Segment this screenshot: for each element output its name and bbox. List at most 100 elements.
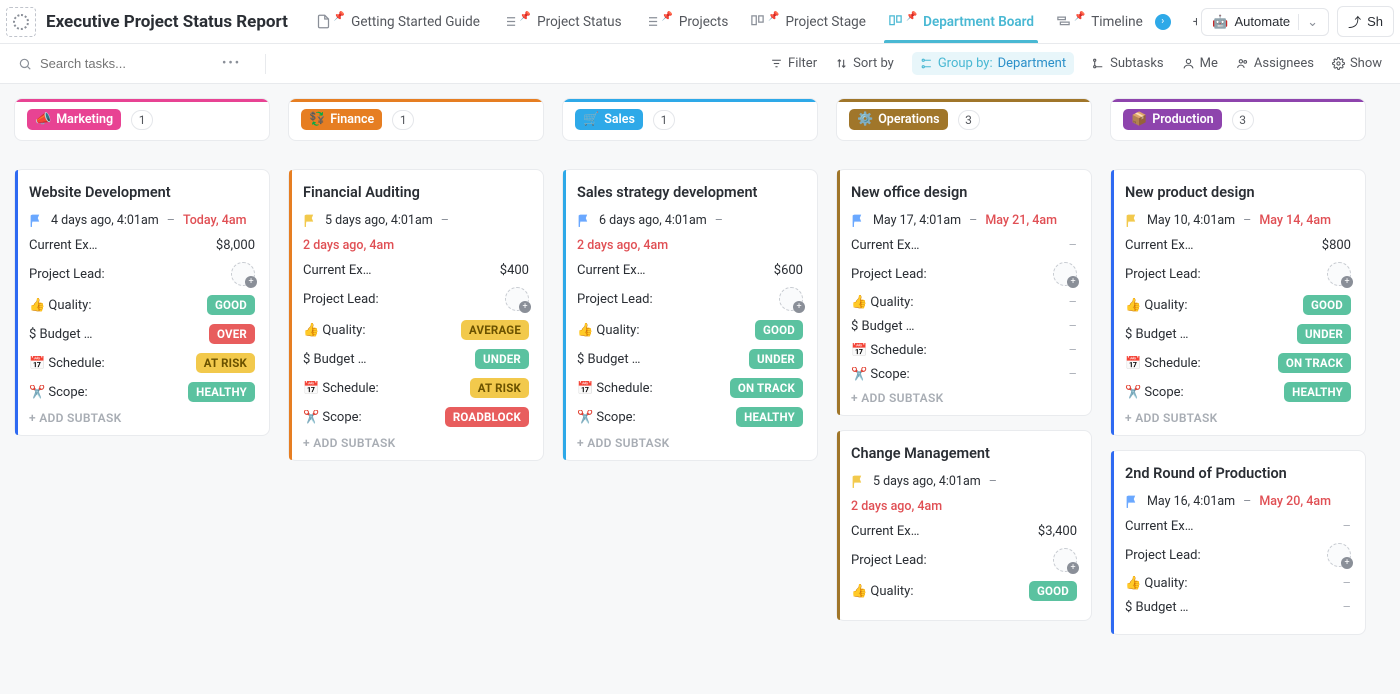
schedule-badge: AT RISK [470, 378, 529, 398]
quality-badge: GOOD [755, 320, 803, 340]
board-icon [888, 14, 903, 29]
card-stripe [837, 431, 840, 620]
assignee-avatar[interactable] [231, 262, 255, 286]
column-header[interactable]: 📦 Production 3 [1110, 98, 1366, 141]
column-count: 1 [392, 110, 414, 130]
card-title: Website Development [29, 184, 255, 201]
budget-label: $ Budget … [851, 319, 915, 334]
card-dates: 5 days ago, 4:01am – [303, 213, 529, 228]
expense-label: Current Ex… [851, 524, 919, 539]
search-input[interactable] [40, 56, 180, 71]
tab-department-board[interactable]: 📌 Department Board [878, 0, 1044, 43]
lead-label: Project Lead: [851, 553, 927, 568]
start-date: 5 days ago, 4:01am [325, 213, 433, 228]
tab-project-status[interactable]: 📌 Project Status [492, 0, 632, 43]
add-subtask-button[interactable]: ADD SUBTASK [851, 391, 1077, 405]
column-emoji-icon: 💱 [309, 112, 325, 127]
assignee-avatar[interactable] [505, 287, 529, 311]
column-emoji-icon: 📣 [35, 112, 51, 127]
card-stripe [289, 170, 292, 460]
tab-project-stage[interactable]: 📌 Project Stage [740, 0, 876, 43]
assignee-avatar[interactable] [1053, 262, 1077, 286]
column-header[interactable]: 🛒 Sales 1 [562, 98, 818, 141]
show-button[interactable]: Show [1332, 56, 1382, 71]
chevron-down-icon[interactable]: ⌄ [1298, 14, 1318, 30]
task-card[interactable]: New product design May 10, 4:01am –May 1… [1110, 169, 1366, 436]
lead-label: Project Lead: [577, 292, 653, 307]
column-emoji-icon: 📦 [1131, 112, 1147, 127]
filter-button[interactable]: Filter [770, 56, 817, 71]
assignee-avatar[interactable] [1327, 543, 1351, 567]
schedule-label: 📅 Schedule: [1125, 356, 1201, 371]
column-header[interactable]: 📣 Marketing 1 [14, 98, 270, 141]
more-options[interactable]: ••• [216, 56, 247, 71]
task-card[interactable]: New office design May 17, 4:01am –May 21… [836, 169, 1092, 416]
task-card[interactable]: Change Management 5 days ago, 4:01am – 2… [836, 430, 1092, 621]
assignee-avatar[interactable] [779, 287, 803, 311]
view-tabs: 📌 Getting Started Guide 📌 Project Status… [306, 0, 1197, 43]
flag-icon [1125, 214, 1139, 228]
card-dates: 6 days ago, 4:01am – [577, 213, 803, 228]
card-title: Sales strategy development [577, 184, 803, 201]
end-date: May 14, 4am [1259, 213, 1331, 228]
tab-getting-started[interactable]: 📌 Getting Started Guide [306, 0, 490, 43]
scroll-right-icon[interactable]: › [1155, 14, 1171, 30]
column-finance: 💱 Finance 1 Financial Auditing 5 days ag… [288, 98, 544, 475]
quality-badge: AVERAGE [461, 320, 529, 340]
task-card[interactable]: 2nd Round of Production May 16, 4:01am –… [1110, 450, 1366, 635]
column-header[interactable]: ⚙️ Operations 3 [836, 98, 1092, 141]
column-stripe [837, 99, 1091, 102]
expense-label: Current Ex… [303, 263, 371, 278]
add-subtask-button[interactable]: ADD SUBTASK [303, 436, 529, 450]
sort-icon [835, 57, 848, 70]
search[interactable] [18, 56, 198, 71]
board: 📣 Marketing 1 Website Development 4 days… [0, 84, 1400, 669]
task-card[interactable]: Financial Auditing 5 days ago, 4:01am – … [288, 169, 544, 461]
sort-button[interactable]: Sort by [835, 56, 894, 71]
share-button[interactable]: ⤴ Sh [1337, 6, 1394, 37]
list-icon [644, 14, 659, 29]
doc-icon [316, 14, 331, 29]
subtasks-button[interactable]: Subtasks [1092, 56, 1164, 71]
card-title: Change Management [851, 445, 1077, 462]
plus-icon: + [1193, 14, 1198, 30]
column-header[interactable]: 💱 Finance 1 [288, 98, 544, 141]
group-icon [920, 57, 933, 70]
space-icon[interactable] [6, 7, 36, 37]
assignee-avatar[interactable] [1327, 262, 1351, 286]
add-subtask-button[interactable]: ADD SUBTASK [1125, 411, 1351, 425]
task-card[interactable]: Website Development 4 days ago, 4:01am –… [14, 169, 270, 436]
tab-timeline[interactable]: 📌 Timeline › [1046, 0, 1181, 43]
assignee-avatar[interactable] [1053, 548, 1077, 572]
column-tag: ⚙️ Operations [849, 109, 948, 130]
start-date: 6 days ago, 4:01am [599, 213, 707, 228]
schedule-label: 📅 Schedule: [851, 343, 927, 358]
expense-value: $600 [774, 263, 803, 278]
budget-badge: UNDER [475, 349, 529, 369]
flag-icon [577, 214, 591, 228]
groupby-button[interactable]: Group by: Department [912, 52, 1074, 75]
column-name: Sales [604, 112, 635, 127]
quality-label: 👍 Quality: [851, 584, 913, 599]
share-icon: ⤴ [1348, 12, 1361, 31]
quality-label: 👍 Quality: [303, 323, 365, 338]
settings-icon [1332, 57, 1345, 70]
quality-label: 👍 Quality: [1125, 298, 1187, 313]
budget-badge: UNDER [1297, 324, 1351, 344]
add-subtask-button[interactable]: ADD SUBTASK [29, 411, 255, 425]
column-stripe [289, 99, 543, 102]
automate-button[interactable]: 🤖 Automate ⌄ [1201, 8, 1329, 36]
start-date: 4 days ago, 4:01am [51, 213, 159, 228]
budget-label: $ Budget … [303, 352, 367, 367]
add-view[interactable]: + View [1183, 0, 1198, 43]
assignees-button[interactable]: Assignees [1236, 56, 1314, 71]
tab-projects[interactable]: 📌 Projects [634, 0, 739, 43]
me-button[interactable]: Me [1182, 56, 1218, 71]
schedule-label: 📅 Schedule: [303, 381, 379, 396]
task-card[interactable]: Sales strategy development 6 days ago, 4… [562, 169, 818, 461]
card-title: New office design [851, 184, 1077, 201]
quality-label: 👍 Quality: [29, 298, 91, 313]
lead-label: Project Lead: [303, 292, 379, 307]
add-subtask-button[interactable]: ADD SUBTASK [577, 436, 803, 450]
overdue-date: 2 days ago, 4am [851, 499, 1077, 514]
